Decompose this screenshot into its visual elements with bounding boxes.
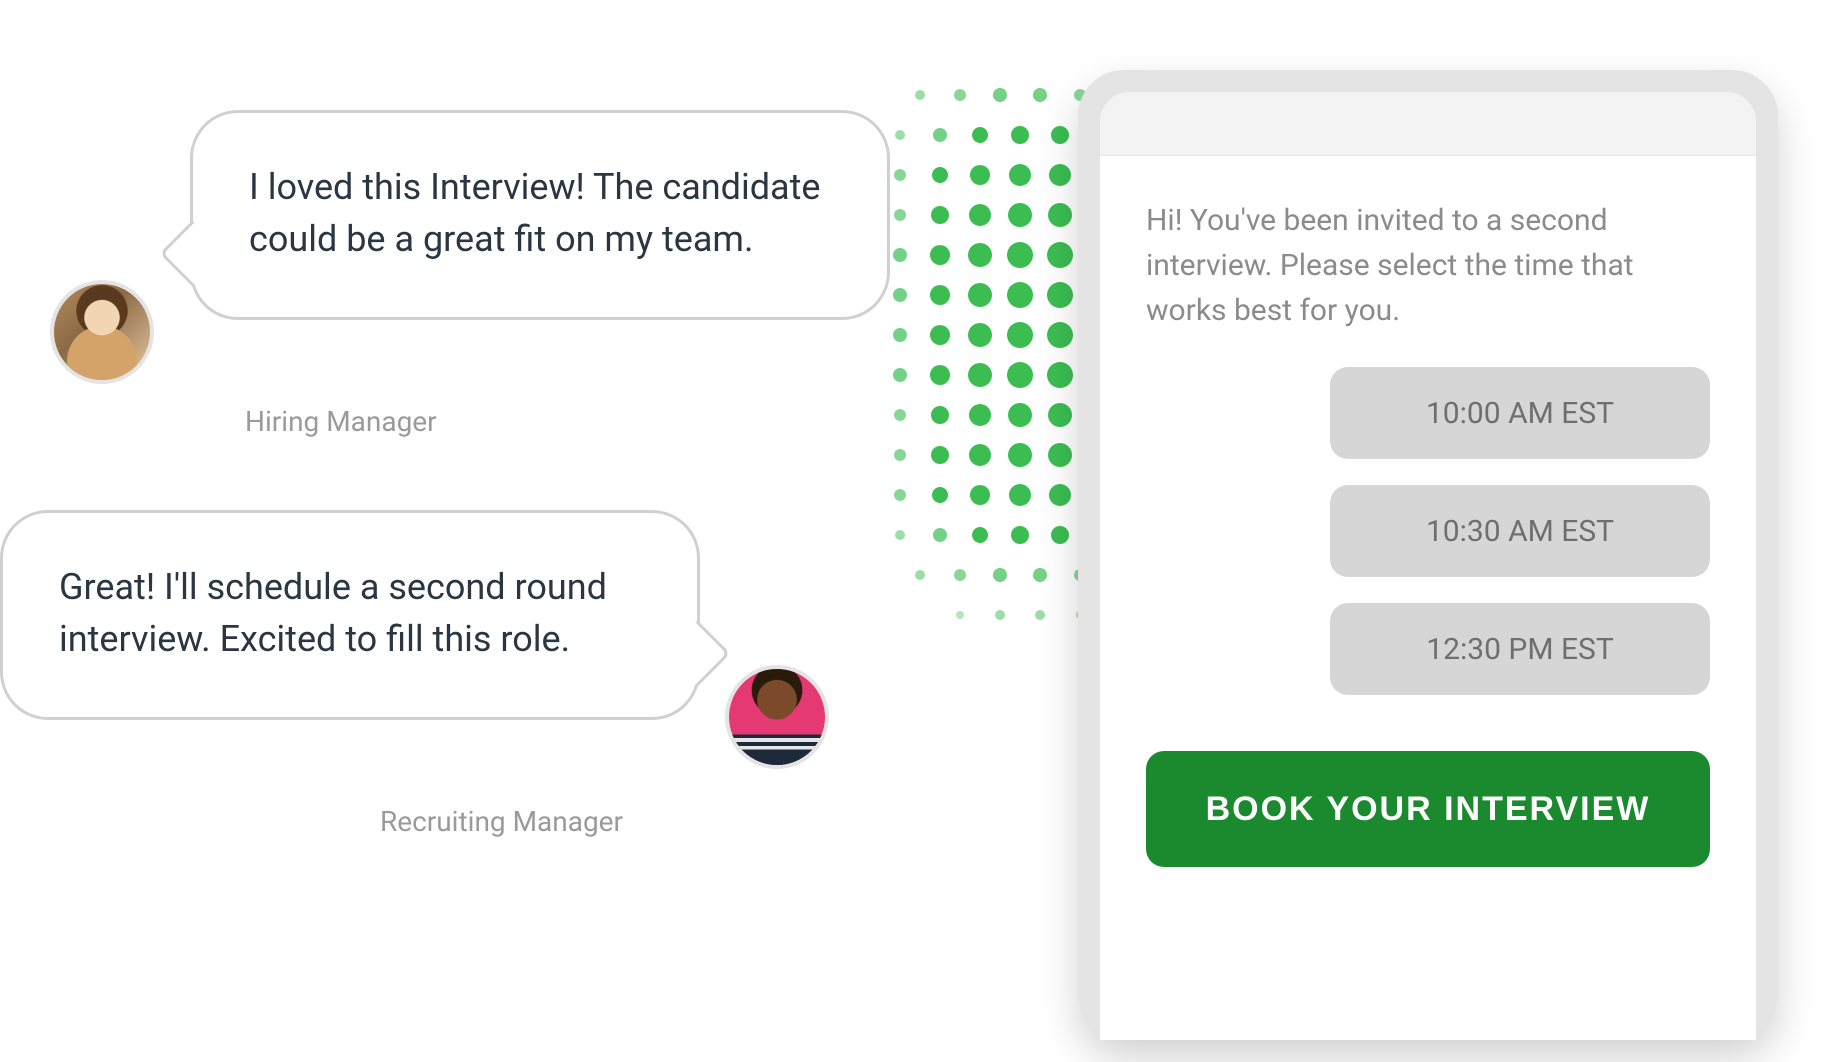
booking-card: Hi! You've been invited to a second inte… [1078,70,1778,1040]
booking-card-inner: Hi! You've been invited to a second inte… [1100,92,1756,1040]
book-interview-button[interactable]: BOOK YOUR INTERVIEW [1146,751,1710,867]
chat-bubble: Great! I'll schedule a second round inte… [0,510,700,720]
book-button-label: BOOK YOUR INTERVIEW [1206,790,1651,828]
time-slot-label: 10:30 AM EST [1426,514,1614,549]
time-slot-option[interactable]: 10:30 AM EST [1330,485,1710,577]
time-slot-label: 10:00 AM EST [1426,396,1614,431]
time-slot-list: 10:00 AM EST 10:30 AM EST 12:30 PM EST [1146,367,1710,695]
chat-bubble: I loved this Interview! The candidate co… [190,110,890,320]
time-slot-option[interactable]: 12:30 PM EST [1330,603,1710,695]
invite-text: Hi! You've been invited to a second inte… [1146,198,1710,333]
avatar-recruiting-manager [725,665,829,769]
chat-role-label: Hiring Manager [245,405,437,438]
chat-text: Great! I'll schedule a second round inte… [59,566,607,660]
time-slot-option[interactable]: 10:00 AM EST [1330,367,1710,459]
booking-card-body: Hi! You've been invited to a second inte… [1100,156,1756,891]
time-slot-label: 12:30 PM EST [1426,632,1613,667]
booking-card-header [1100,92,1756,156]
avatar-hiring-manager [50,280,154,384]
chat-text: I loved this Interview! The candidate co… [249,166,820,260]
chat-role-label: Recruiting Manager [380,805,623,838]
